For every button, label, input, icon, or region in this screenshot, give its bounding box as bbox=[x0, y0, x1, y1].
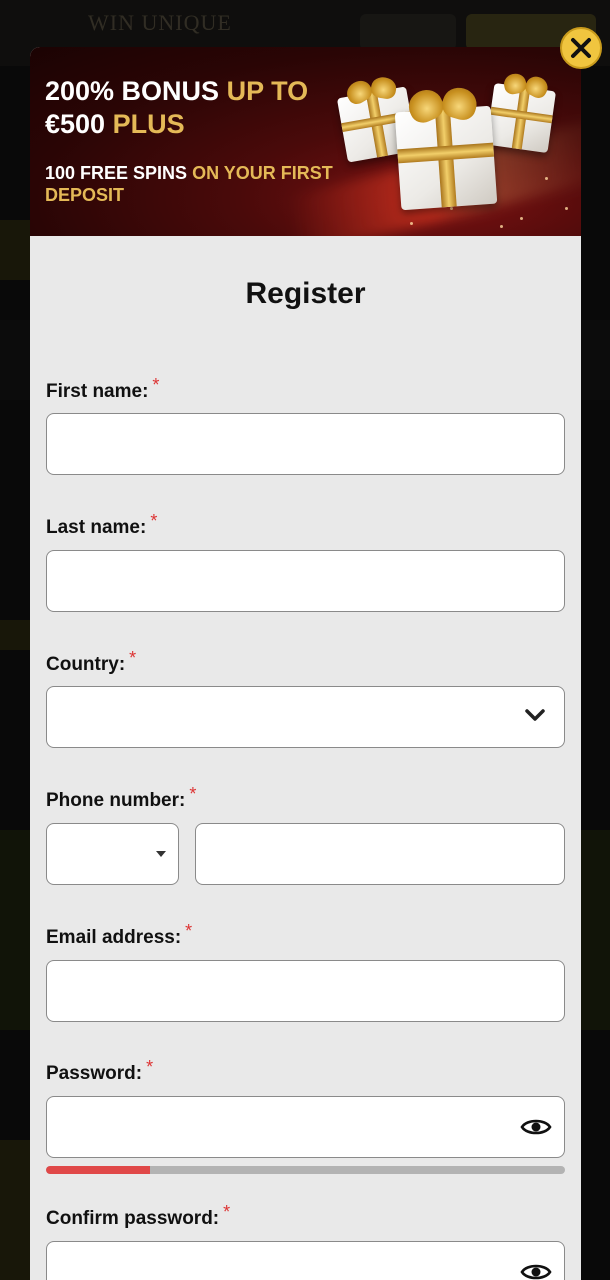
register-modal: 200% BONUS UP TO €500 PLUS 100 FREE SPIN… bbox=[30, 47, 581, 1280]
country-label: Country: * bbox=[46, 648, 136, 676]
required-mark: * bbox=[185, 921, 193, 941]
required-mark: * bbox=[223, 1202, 231, 1222]
email-label: Email address: * bbox=[46, 921, 192, 949]
required-mark: * bbox=[146, 1057, 154, 1077]
required-mark: * bbox=[150, 511, 158, 531]
email-label-text: Email address: bbox=[46, 927, 182, 948]
country-label-text: Country: bbox=[46, 654, 126, 675]
required-mark: * bbox=[129, 648, 137, 668]
sparkle bbox=[410, 222, 413, 225]
sparkle bbox=[520, 217, 523, 220]
email-input[interactable] bbox=[46, 960, 565, 1022]
chevron-down-icon bbox=[525, 709, 545, 721]
close-icon bbox=[571, 38, 591, 58]
sparkle bbox=[565, 207, 568, 210]
promo-amount: €500 bbox=[45, 109, 113, 139]
last-name-label: Last name: * bbox=[46, 511, 157, 539]
first-name-label-text: First name: bbox=[46, 381, 149, 402]
phone-label-text: Phone number: bbox=[46, 790, 186, 811]
phone-label: Phone number: * bbox=[46, 784, 196, 812]
caret-down-icon bbox=[156, 851, 166, 857]
register-form: Register First name: * Last name: * Countr… bbox=[30, 276, 581, 1280]
country-select[interactable] bbox=[46, 686, 565, 748]
promo-headline: 200% BONUS UP TO €500 PLUS bbox=[45, 75, 345, 141]
sparkle bbox=[500, 225, 503, 228]
confirm-password-label-text: Confirm password: bbox=[46, 1208, 220, 1229]
promo-headline-gold: UP TO bbox=[226, 76, 309, 106]
eye-icon[interactable] bbox=[520, 1115, 552, 1139]
required-mark: * bbox=[189, 784, 197, 804]
sparkle bbox=[450, 207, 453, 210]
first-name-label: First name: * bbox=[46, 375, 159, 403]
phone-number-input[interactable] bbox=[195, 823, 565, 885]
eye-icon[interactable] bbox=[520, 1260, 552, 1280]
promo-spins: 100 FREE SPINS bbox=[45, 163, 193, 183]
phone-country-code-select[interactable] bbox=[46, 823, 179, 885]
password-input[interactable] bbox=[46, 1096, 565, 1158]
password-label: Password: * bbox=[46, 1057, 153, 1085]
last-name-label-text: Last name: bbox=[46, 517, 147, 538]
confirm-password-label: Confirm password: * bbox=[46, 1202, 230, 1230]
promo-subline: 100 FREE SPINS ON YOUR FIRST DEPOSIT bbox=[45, 162, 345, 206]
promo-headline-white: 200% BONUS bbox=[45, 76, 227, 106]
promo-banner: 200% BONUS UP TO €500 PLUS 100 FREE SPIN… bbox=[30, 47, 581, 236]
last-name-input[interactable] bbox=[46, 550, 565, 612]
sparkle bbox=[545, 177, 548, 180]
promo-plus: PLUS bbox=[112, 109, 185, 139]
first-name-input[interactable] bbox=[46, 413, 565, 475]
password-label-text: Password: bbox=[46, 1063, 143, 1084]
required-mark: * bbox=[152, 375, 160, 395]
close-button[interactable] bbox=[560, 27, 602, 69]
gift-box-icon bbox=[485, 82, 557, 154]
password-strength-fill bbox=[46, 1166, 150, 1174]
password-strength-meter bbox=[46, 1166, 565, 1174]
confirm-password-input[interactable] bbox=[46, 1241, 565, 1280]
form-title: Register bbox=[245, 277, 366, 310]
gift-box-icon bbox=[394, 105, 498, 211]
